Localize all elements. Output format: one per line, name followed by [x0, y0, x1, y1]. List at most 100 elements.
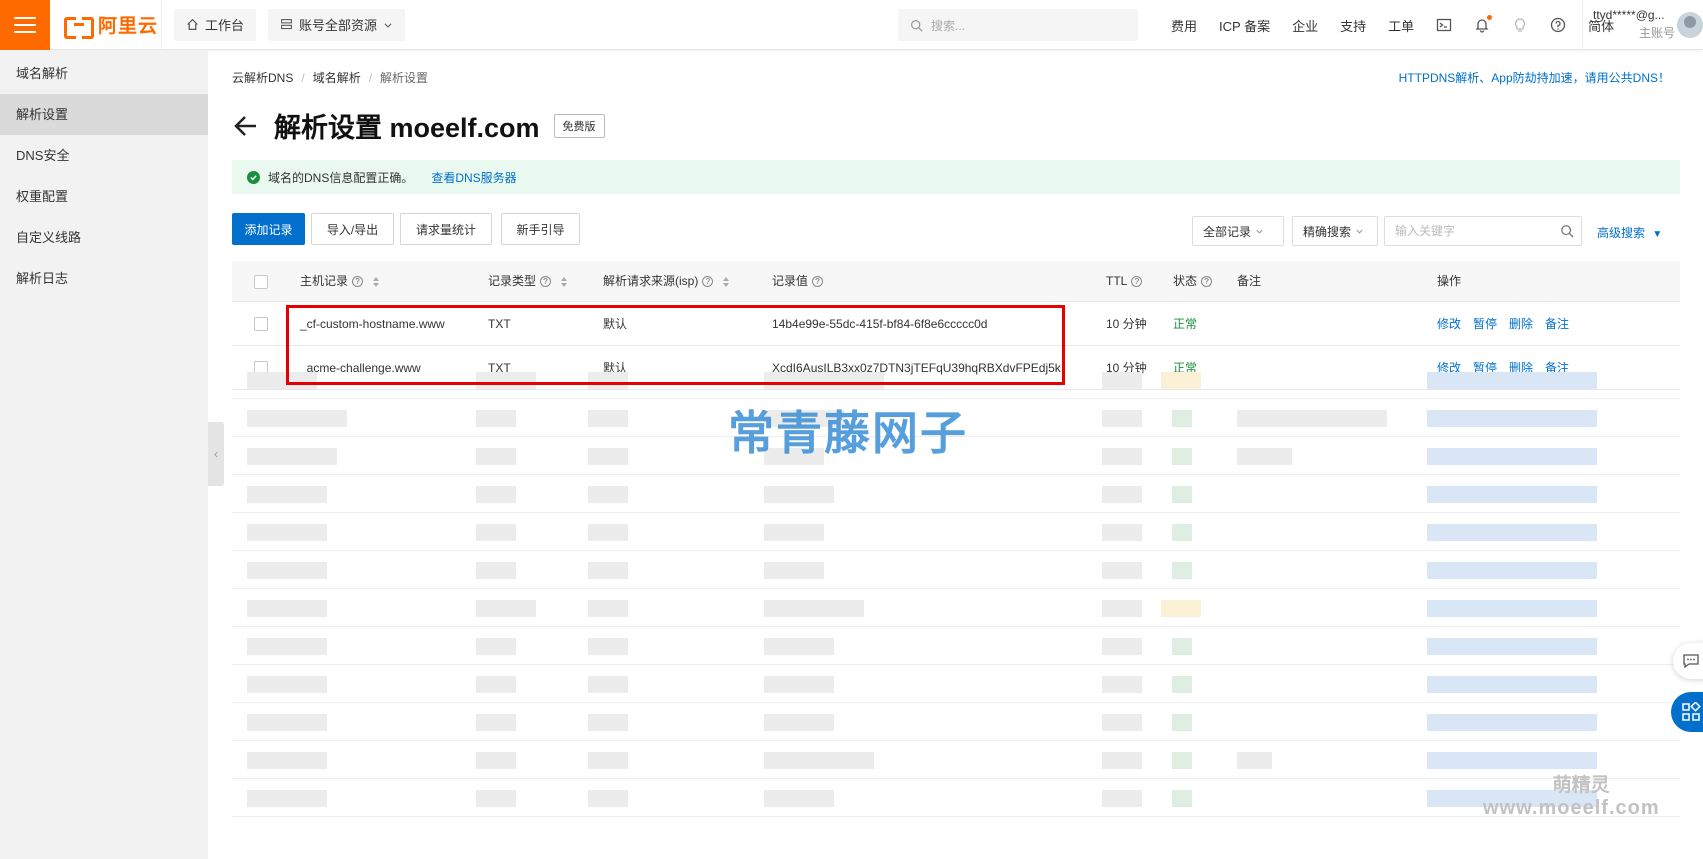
toolbar: 添加记录 导入/导出 请求量统计 新手引导 全部记录 精确搜索 高级搜索 ▼: [232, 213, 1680, 246]
help-icon[interactable]: ?: [812, 276, 824, 287]
sidebar-item-dns-security[interactable]: DNS安全: [0, 135, 208, 176]
back-arrow-icon[interactable]: [232, 112, 260, 140]
keyword-search-input[interactable]: [1384, 216, 1582, 246]
record-filter-select[interactable]: 全部记录: [1192, 216, 1284, 246]
record-filter-value: 全部记录: [1203, 224, 1252, 239]
sidebar-item-custom-lines[interactable]: 自定义线路: [0, 217, 208, 258]
breadcrumb: 云解析DNS / 域名解析 / 解析设置: [232, 71, 429, 85]
col-ttl-label: TTL: [1106, 274, 1128, 288]
help-icon[interactable]: ?: [1131, 276, 1143, 287]
col-type-label: 记录类型: [488, 274, 537, 288]
help-icon[interactable]: ?: [540, 276, 552, 287]
obscured-row: [232, 475, 1680, 513]
notice-text: 域名的DNS信息配置正确。: [268, 170, 414, 185]
corner-watermark-name: 萌精灵: [1552, 775, 1610, 796]
chat-float-button[interactable]: [1673, 643, 1703, 679]
import-export-button[interactable]: 导入/导出: [311, 213, 394, 245]
logo-text: 阿里云: [98, 16, 159, 37]
select-all-checkbox[interactable]: [254, 261, 268, 302]
table-header: 主机记录? 记录类型? 解析请求来源(isp)? 记录值? TTL? 状态? 备…: [232, 261, 1680, 302]
breadcrumb-domain-resolution[interactable]: 域名解析: [313, 71, 361, 85]
search-icon[interactable]: [1560, 224, 1574, 238]
sidebar-item-weight-config[interactable]: 权重配置: [0, 176, 208, 217]
avatar[interactable]: [1677, 12, 1703, 38]
apps-float-button[interactable]: [1671, 692, 1703, 732]
col-ttl: TTL?: [1106, 261, 1143, 302]
col-isp[interactable]: 解析请求来源(isp)?: [603, 261, 730, 302]
sidebar: 域名解析 解析设置 DNS安全 权重配置 自定义线路 解析日志: [0, 50, 208, 859]
breadcrumb-cloud-dns[interactable]: 云解析DNS: [232, 71, 293, 85]
aliyun-logo-icon: [64, 16, 94, 39]
hamburger-menu-icon[interactable]: [0, 0, 50, 50]
note-link[interactable]: 备注: [1545, 317, 1569, 331]
col-actions: 操作: [1437, 261, 1461, 302]
row-checkbox-cell: [254, 302, 268, 346]
workbench-label: 工作台: [205, 18, 245, 33]
resources-label: 账号全部资源: [299, 18, 378, 33]
help-icon[interactable]: ?: [702, 276, 714, 287]
sidebar-collapse-handle[interactable]: ‹: [208, 422, 224, 486]
col-value-label: 记录值: [772, 274, 809, 288]
chevron-down-icon: [1256, 229, 1263, 234]
aliyun-logo[interactable]: 阿里云: [50, 0, 162, 50]
obscured-row: [232, 589, 1680, 627]
obscured-row: [232, 703, 1680, 741]
sidebar-item-domain-resolution[interactable]: 域名解析: [0, 53, 208, 94]
help-icon[interactable]: [1549, 16, 1567, 34]
breadcrumb-current: 解析设置: [380, 71, 429, 85]
top-link-fees[interactable]: 费用: [1171, 16, 1197, 35]
delete-link[interactable]: 删除: [1509, 317, 1533, 331]
view-dns-servers-link[interactable]: 查看DNS服务器: [431, 169, 516, 186]
pause-link[interactable]: 暂停: [1473, 317, 1497, 331]
top-link-icp[interactable]: ICP 备案: [1219, 16, 1270, 35]
top-link-support[interactable]: 支持: [1340, 16, 1366, 35]
sort-icon[interactable]: [373, 276, 380, 287]
corner-watermark: 萌精灵 www.moeelf.com: [1483, 770, 1660, 820]
caret-down-icon: ▼: [1652, 229, 1663, 240]
checkbox[interactable]: [254, 274, 268, 289]
col-value: 记录值?: [772, 261, 824, 302]
request-stats-button[interactable]: 请求量统计: [400, 213, 492, 245]
account-menu[interactable]: ttyd*****@g... 主账号: [1582, 0, 1703, 50]
row-checkbox[interactable]: [254, 317, 268, 331]
notification-dot: [1487, 15, 1493, 20]
chevron-down-icon: [384, 22, 392, 28]
col-isp-label: 解析请求来源(isp): [603, 274, 699, 288]
terminal-icon[interactable]: [1435, 16, 1453, 34]
search-mode-select[interactable]: 精确搜索: [1292, 216, 1378, 246]
col-host-label: 主机记录: [300, 274, 349, 288]
check-circle-icon: [247, 170, 260, 184]
httpdns-promo-link[interactable]: HTTPDNS解析、App防劫持加速，请用公共DNS！: [1399, 69, 1670, 86]
watermark-text: 常青藤网子: [728, 406, 968, 460]
home-icon: [187, 18, 198, 30]
obscured-row: [232, 779, 1680, 817]
sort-icon[interactable]: [723, 276, 730, 287]
account-resources-dropdown[interactable]: 账号全部资源: [268, 8, 406, 41]
sidebar-item-resolution-logs[interactable]: 解析日志: [0, 258, 208, 299]
table-row: _cf-custom-hostname.www TXT 默认 14b4e99e-…: [232, 302, 1680, 346]
lightbulb-icon[interactable]: [1511, 16, 1529, 34]
col-host[interactable]: 主机记录?: [300, 261, 380, 302]
advanced-search-label: 高级搜索: [1597, 226, 1646, 240]
workbench-button[interactable]: 工作台: [174, 8, 257, 41]
col-type[interactable]: 记录类型?: [488, 261, 568, 302]
status-cell: 正常: [1173, 317, 1198, 331]
sort-icon[interactable]: [561, 276, 568, 287]
obscured-row: [232, 665, 1680, 703]
guide-button[interactable]: 新手引导: [501, 213, 580, 245]
col-note-label: 备注: [1237, 274, 1262, 288]
advanced-search-link[interactable]: 高级搜索 ▼: [1597, 224, 1662, 241]
top-link-ticket[interactable]: 工单: [1388, 16, 1414, 35]
resources-icon: [281, 19, 292, 30]
edit-link[interactable]: 修改: [1437, 317, 1461, 331]
global-search-input[interactable]: 搜索...: [898, 9, 1138, 41]
sidebar-item-resolution-settings[interactable]: 解析设置: [0, 94, 208, 135]
add-record-button[interactable]: 添加记录: [232, 213, 305, 245]
col-note: 备注: [1237, 261, 1261, 302]
top-link-enterprise[interactable]: 企业: [1292, 16, 1318, 35]
chevron-down-icon: [1356, 229, 1363, 234]
obscured-row: [232, 551, 1680, 589]
help-icon[interactable]: ?: [1201, 276, 1213, 287]
help-icon[interactable]: ?: [352, 276, 364, 287]
bell-icon[interactable]: [1473, 15, 1493, 34]
